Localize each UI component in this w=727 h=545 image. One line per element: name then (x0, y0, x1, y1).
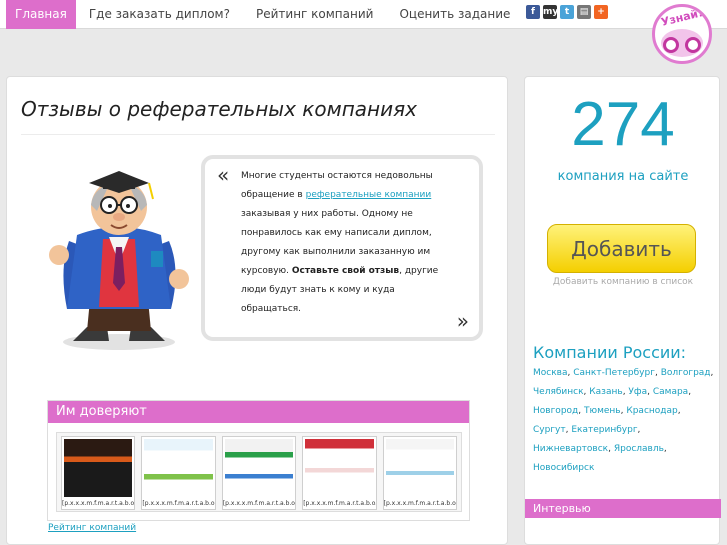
add-company-button[interactable]: Добавить (547, 224, 696, 273)
nav-home[interactable]: Главная (6, 0, 76, 29)
company-thumbnail[interactable]: [p.x.x.x.m.f.m.a.r.t.a.b.o.m] (61, 436, 136, 510)
city-link[interactable]: Новосибирск (533, 463, 594, 473)
company-thumbnails: [p.x.x.x.m.f.m.a.r.t.a.b.o.m] [p.x.x.x.m… (56, 432, 462, 512)
company-rating-link[interactable]: Рейтинг компаний (48, 523, 136, 533)
quote-open-icon: « (217, 163, 230, 187)
thumbnail-image (224, 439, 294, 497)
trusted-by-title: Им доверяют (48, 401, 469, 423)
thumbnail-image (305, 439, 374, 497)
speech-bubble: « Многие студенты остаются недовольны об… (201, 155, 483, 341)
right-sidebar: 274 компания на сайте Добавить Добавить … (524, 76, 721, 545)
city-link[interactable]: Волгоград (661, 368, 711, 378)
city-link[interactable]: Санкт-Петербург (573, 368, 655, 378)
city-link[interactable]: Самара (653, 387, 688, 397)
company-thumbnail[interactable]: [p.x.x.x.m.f.m.a.r.t.a.b.o.m] (302, 436, 377, 510)
city-separator: , (637, 425, 641, 435)
city-link[interactable]: Тюмень (584, 406, 621, 416)
city-separator: , (710, 368, 714, 378)
city-link[interactable]: Уфа (628, 387, 647, 397)
add-company-hint: Добавить компанию в список (552, 277, 694, 287)
city-separator: , (677, 406, 681, 416)
thumbnail-image (144, 439, 213, 497)
trusted-by-panel: Им доверяют [p.x.x.x.m.f.m.a.r.t.a.b.o.m… (47, 400, 470, 521)
social-share-bar: f my t ▤ + (526, 5, 608, 19)
top-bar: Главная Где заказать диплом? Рейтинг ком… (0, 0, 727, 29)
thumbnail-caption: [p.x.x.x.m.f.m.a.r.t.a.b.o.m] (383, 500, 456, 507)
professor-mascot-illustration (49, 171, 189, 350)
addthis-icon[interactable]: + (594, 5, 608, 19)
page-title: Отзывы о реферательных компаниях (21, 97, 417, 121)
twitter-icon[interactable]: t (560, 5, 574, 19)
city-link[interactable]: Ярославль (614, 444, 664, 454)
city-link[interactable]: Москва (533, 368, 567, 378)
main-content: Отзывы о реферательных компаниях « Многи… (6, 76, 508, 545)
main-nav: Главная Где заказать диплом? Рейтинг ком… (6, 0, 523, 29)
thumbnail-caption: [p.x.x.x.m.f.m.a.r.t.a.b.o.m] (62, 500, 135, 507)
city-separator: , (663, 444, 667, 454)
essay-companies-link[interactable]: реферательные компании (306, 190, 432, 200)
nav-company-rating[interactable]: Рейтинг компаний (243, 0, 386, 29)
city-link[interactable]: Краснодар (626, 406, 677, 416)
company-count: 274 (571, 90, 675, 159)
nav-evaluate-task[interactable]: Оценить задание (386, 0, 523, 29)
city-separator: , (688, 387, 692, 397)
company-thumbnail[interactable]: [p.x.x.x.m.f.m.a.r.t.a.b.o.m] (221, 436, 297, 510)
intro-text: Многие студенты остаются недовольны обра… (241, 167, 451, 319)
city-link[interactable]: Новгород (533, 406, 578, 416)
company-count-label: компания на сайте (557, 169, 689, 184)
quote-close-icon: » (456, 309, 469, 333)
site-logo[interactable]: Узнай! (652, 4, 712, 64)
city-list: Москва, Санкт-Петербург, Волгоград, Челя… (533, 364, 715, 478)
interview-section-title: Интервью (525, 499, 721, 518)
cities-title: Компании России: (533, 343, 687, 362)
city-link[interactable]: Казань (589, 387, 622, 397)
thumbnail-caption: [p.x.x.x.m.f.m.a.r.t.a.b.o.m] (142, 500, 215, 507)
leave-review-text: Оставьте свой отзыв (291, 266, 400, 276)
logo-eye-right (685, 37, 701, 53)
facebook-icon[interactable]: f (526, 5, 540, 19)
title-divider (21, 134, 495, 135)
city-link[interactable]: Сургут (533, 425, 566, 435)
logo-text: Узнай! (659, 6, 705, 29)
thumbnail-image (64, 439, 133, 497)
thumbnail-image (385, 439, 455, 497)
city-link[interactable]: Екатеринбург (571, 425, 637, 435)
city-link[interactable]: Челябинск (533, 387, 584, 397)
thumbnail-caption: [p.x.x.x.m.f.m.a.r.t.a.b.o.m] (303, 500, 376, 507)
myworld-icon[interactable]: my (543, 5, 558, 19)
thumbnail-caption: [p.x.x.x.m.f.m.a.r.t.a.b.o.m] (222, 500, 295, 507)
city-link[interactable]: Нижневартовск (533, 444, 608, 454)
nav-order-diploma[interactable]: Где заказать диплом? (76, 0, 243, 29)
company-thumbnail[interactable]: [p.x.x.x.m.f.m.a.r.t.a.b.o.m] (382, 436, 458, 510)
logo-eye-left (663, 37, 679, 53)
company-thumbnail[interactable]: [p.x.x.x.m.f.m.a.r.t.a.b.o.m] (141, 436, 216, 510)
print-icon[interactable]: ▤ (577, 5, 591, 19)
